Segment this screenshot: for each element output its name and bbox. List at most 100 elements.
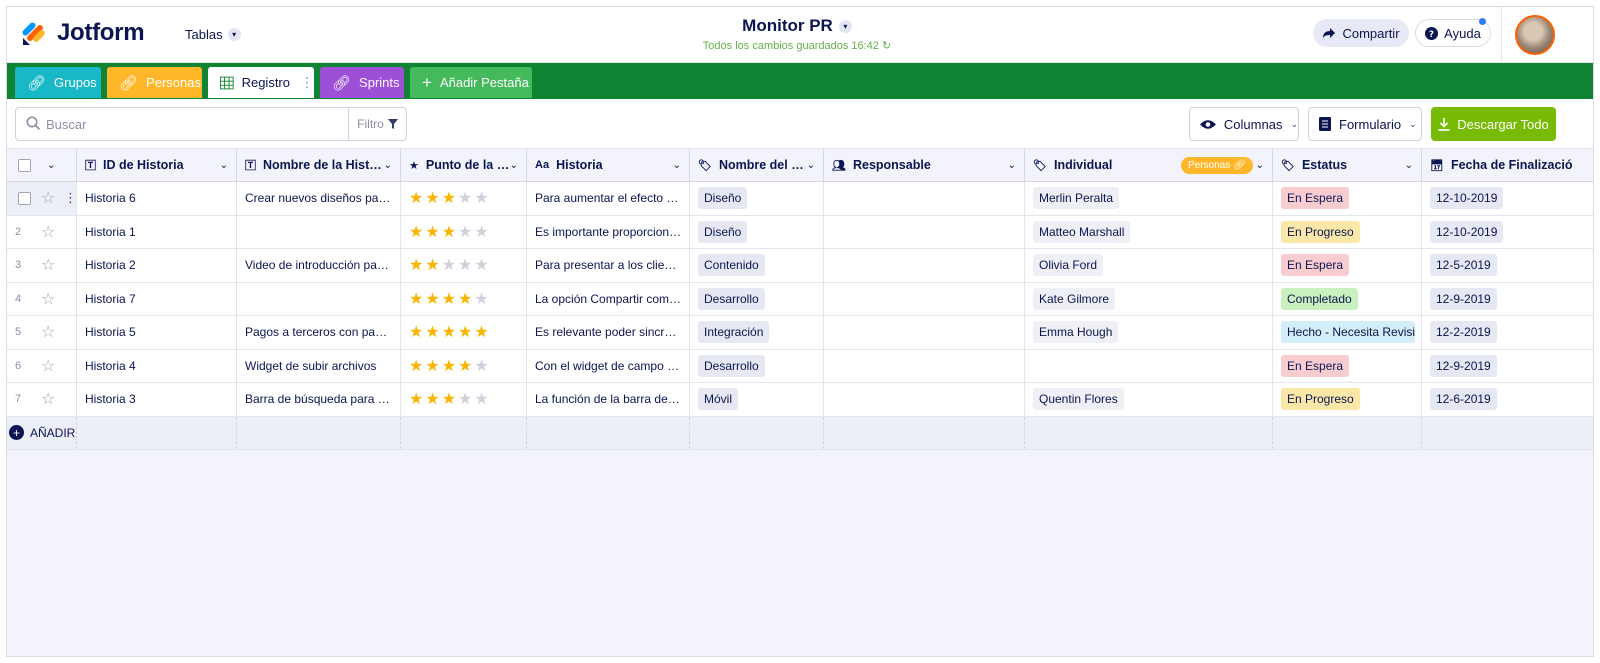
responsible-cell[interactable] [824,316,1025,349]
story-name-cell[interactable]: Pagos a terceros con pasa… [237,316,401,349]
star-icon[interactable]: ★ [474,222,488,242]
due-date-cell[interactable]: 12-10-2019 [1422,216,1593,249]
help-button[interactable]: ? Ayuda [1415,18,1491,47]
story-text-cell[interactable]: Con el widget de campo d… [527,349,690,382]
chevron-down-icon[interactable]: ⌄ [510,160,518,171]
story-points-cell[interactable]: ★ ★ ★ ★ ★ [401,316,527,349]
star-icon[interactable]: ★ [425,222,439,242]
status-cell[interactable]: En Progreso [1273,383,1422,416]
due-date-cell[interactable]: 12-5-2019 [1422,249,1593,282]
story-text-cell[interactable]: Para aumentar el efecto d… [527,182,690,215]
tab-registro[interactable]: Registro ⋮ [208,67,314,98]
star-icon[interactable]: ★ [458,255,472,275]
select-all-checkbox[interactable] [18,158,31,172]
story-name-cell[interactable] [237,215,401,248]
table-row[interactable]: 3 ☆ Historia 2 Video de introducción par… ★ ★… [7,249,1593,283]
star-icon[interactable]: ★ [474,389,488,409]
story-id-cell[interactable]: Historia 2 [77,249,237,282]
responsible-cell[interactable] [824,182,1025,215]
story-text-cell[interactable]: Es importante proporcion… [527,215,690,248]
story-text-cell[interactable]: Para presentar a los client… [527,249,690,282]
star-outline-icon[interactable]: ☆ [41,322,55,342]
star-icon[interactable]: ★ [458,356,472,376]
star-icon[interactable]: ★ [458,188,472,208]
row-select-cell[interactable]: 5 ☆ [7,316,77,349]
add-row-button[interactable]: + AÑADIR [9,425,75,441]
table-row[interactable]: ☆⋮Historia 6⤢VerCrear nuevos diseños par… [7,182,1593,216]
add-tab-button[interactable]: + Añadir Pestaña [410,67,532,98]
story-name-cell[interactable] [237,282,401,315]
star-icon[interactable]: ★ [409,222,423,242]
chevron-down-icon[interactable]: ⌄ [47,160,55,171]
star-icon[interactable]: ★ [409,322,423,342]
user-avatar[interactable] [1515,15,1555,55]
category-cell[interactable]: Diseño [690,215,824,248]
more-vertical-icon[interactable]: ⋮ [300,74,314,91]
status-cell[interactable]: Hecho - Necesita Revisió [1273,316,1422,349]
due-date-cell[interactable]: 12-9-2019 [1422,350,1593,383]
table-row[interactable]: 2 ☆ Historia 1 ★ ★ ★ ★ ★ Es importante proporcio… [7,215,1593,249]
responsible-cell[interactable] [824,383,1025,416]
story-name-cell[interactable]: Widget de subir archivos [237,349,401,382]
star-icon[interactable]: ★ [425,255,439,275]
download-all-button[interactable]: Descargar Todo [1431,107,1556,141]
row-select-cell[interactable]: 7 ☆ [7,383,77,416]
category-cell[interactable]: Desarrollo [690,349,824,382]
star-icon[interactable]: ★ [458,322,472,342]
individual-cell[interactable]: Emma Hough [1025,316,1273,349]
filter-button[interactable]: Filtro [348,108,406,140]
star-icon[interactable]: ★ [474,289,488,309]
row-checkbox[interactable] [18,191,31,205]
star-rating[interactable]: ★ ★ ★ ★ ★ [409,188,489,208]
individual-cell[interactable]: Merlin Peralta [1025,182,1273,215]
row-select-cell[interactable]: 3 ☆ [7,249,77,282]
star-outline-icon[interactable]: ☆ [41,289,55,309]
star-rating[interactable]: ★ ★ ★ ★ ★ [409,322,489,342]
row-select-cell[interactable]: 6 ☆ [7,349,77,382]
individual-cell[interactable] [1025,349,1273,382]
responsible-cell[interactable] [824,249,1025,282]
star-rating[interactable]: ★ ★ ★ ★ ★ [409,389,489,409]
status-cell[interactable]: Completado [1273,282,1422,315]
star-icon[interactable]: ★ [442,356,456,376]
story-name-cell[interactable]: Barra de búsqueda para a… [237,383,401,416]
individual-cell[interactable]: Matteo Marshall [1025,215,1273,248]
linked-table-badge[interactable]: Personas 🔗︎ [1181,157,1253,174]
star-icon[interactable]: ★ [458,289,472,309]
star-icon[interactable]: ★ [409,289,423,309]
column-header[interactable]: Aa Historia ⌄ [527,149,690,181]
star-icon[interactable]: ★ [458,389,472,409]
star-icon[interactable]: ★ [425,322,439,342]
table-row[interactable]: 7 ☆ Historia 3 Barra de búsqueda para a… ★ ★ ★… [7,383,1593,417]
table-row[interactable]: 6 ☆ Historia 4 Widget de subir archivos ★ ★ ★ ★… [7,349,1593,383]
story-points-cell[interactable]: ★ ★ ★ ★ ★ [401,249,527,282]
search-input[interactable]: Buscar [46,117,86,132]
chevron-down-icon[interactable]: ⌄ [673,160,681,171]
star-icon[interactable]: ★ [442,289,456,309]
story-id-cell[interactable]: Historia 5 [77,316,237,349]
jotform-logo[interactable]: Jotform [21,19,145,47]
star-icon[interactable]: ★ [474,322,488,342]
category-cell[interactable]: Móvil [690,383,824,416]
column-header[interactable]: 🏷︎ Nombre del … ⌄ [690,149,824,181]
star-outline-icon[interactable]: ☆ [41,356,55,376]
columns-button[interactable]: Columnas ⌄ [1189,107,1299,141]
category-cell[interactable]: Contenido [690,249,824,282]
star-rating[interactable]: ★ ★ ★ ★ ★ [409,356,489,376]
story-text-cell[interactable]: La opción Compartir com… [527,282,690,315]
tab-sprints[interactable]: 🔗︎ Sprints [320,67,404,98]
story-name-cell[interactable]: Crear nuevos diseños para… [237,182,401,215]
due-date-cell[interactable]: 12-6-2019 [1422,383,1593,416]
star-icon[interactable]: ★ [425,389,439,409]
story-id-cell[interactable]: Historia 6⤢Ver [77,182,237,215]
star-icon[interactable]: ★ [474,255,488,275]
story-points-cell[interactable]: ★ ★ ★ ★ ★ [401,215,527,248]
star-rating[interactable]: ★ ★ ★ ★ ★ [409,289,489,309]
star-icon[interactable]: ★ [409,389,423,409]
column-header[interactable]: 🏷︎ Estatus ⌄ [1273,149,1422,181]
category-cell[interactable]: Integración [690,316,824,349]
table-row[interactable]: 4 ☆ Historia 7 ★ ★ ★ ★ ★ La opción Compartir com… [7,282,1593,316]
star-icon[interactable]: ★ [409,188,423,208]
row-select-cell[interactable]: 4 ☆ [7,282,77,315]
story-name-cell[interactable]: Video de introducción par… [237,249,401,282]
